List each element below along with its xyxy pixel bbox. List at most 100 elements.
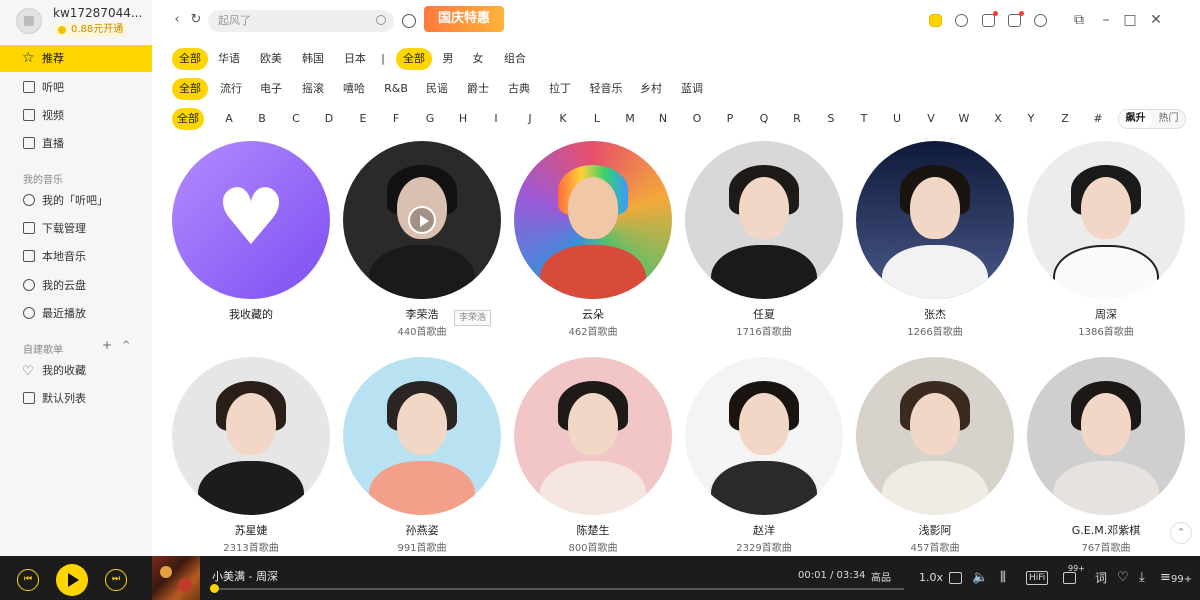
artist-photo[interactable] [172,357,330,515]
filter-letter[interactable]: E [356,108,370,130]
artist-photo[interactable] [685,357,843,515]
filter-letter[interactable]: B [255,108,269,130]
filter-genre-all[interactable]: 全部 [172,78,208,100]
artist-name[interactable]: 云朵 [514,306,672,322]
filter-letter[interactable]: F [389,108,403,130]
search-icon[interactable] [376,15,386,25]
filter-letter[interactable]: P [723,108,737,130]
artist-card[interactable]: G.E.M.邓紫棋 767首歌曲 [1027,357,1187,557]
filter-letter[interactable]: L [590,108,604,130]
song-recognition-icon[interactable] [402,14,416,28]
add-playlist-button[interactable]: + [102,338,112,352]
filter-genre-rnb[interactable]: R&B [380,78,412,100]
lyrics-button[interactable]: 词 [1095,569,1107,587]
filter-letter[interactable]: J [523,108,537,130]
artist-photo[interactable] [685,141,843,299]
artist-card[interactable]: 孙燕姿 991首歌曲 [343,357,503,557]
sidebar-item-favorites[interactable]: 我的收藏 [0,357,152,385]
sidebar-item-local[interactable]: 本地音乐 [0,243,152,270]
artist-name[interactable]: 任夏 [685,306,843,322]
filter-letter[interactable]: D [322,108,336,130]
artist-name[interactable]: 浅影阿 [856,522,1014,538]
play-icon[interactable] [408,206,436,234]
avatar[interactable] [16,8,42,34]
filter-letter[interactable]: O [690,108,704,130]
sidebar-item-live[interactable]: 直播 [0,130,152,157]
filter-letter[interactable]: V [924,108,938,130]
sidebar-item-recent[interactable]: 最近播放 [0,300,152,327]
filter-letter[interactable]: W [957,108,971,130]
settings-icon[interactable] [1034,14,1047,27]
close-button[interactable]: ✕ [1146,10,1166,30]
vip-badge[interactable]: 0.88元开通 [53,23,127,37]
artist-card-favorites[interactable]: ♥ 我收藏的 [172,141,332,341]
headphones-icon[interactable] [955,14,968,27]
filter-region-chinese[interactable]: 华语 [214,48,244,70]
artist-name[interactable]: 张杰 [856,306,1014,322]
sidebar-item-tingba[interactable]: 听吧 [0,74,152,101]
collapse-playlists-button[interactable]: ^ [122,340,130,351]
filter-letter-all[interactable]: 全部 [172,108,204,130]
progress-knob[interactable] [210,584,219,593]
artist-photo[interactable] [856,141,1014,299]
equalizer-button[interactable]: ⫼ [1000,569,1006,587]
like-button[interactable]: ♡ [1117,569,1129,587]
filter-genre-light[interactable]: 轻音乐 [586,78,626,100]
artist-photo[interactable] [1027,357,1185,515]
filter-genre-classical[interactable]: 古典 [504,78,534,100]
filter-gender-male[interactable]: 男 [438,48,458,70]
mail-icon[interactable] [982,11,998,27]
search-input[interactable]: 起风了 [208,10,394,32]
user-panel[interactable]: kw17287044... 0.88元开通 [0,0,152,42]
artist-name[interactable]: 陈楚生 [514,522,672,538]
hifi-button[interactable]: HiFi [1026,571,1049,585]
filter-letter[interactable]: # [1091,108,1105,130]
scroll-to-top-button[interactable]: ⌃ [1170,522,1192,544]
sidebar-item-cloud[interactable]: 我的云盘 [0,272,152,299]
filter-genre-blues[interactable]: 蓝调 [677,78,707,100]
favorites-cover[interactable]: ♥ [172,141,330,299]
refresh-button[interactable]: ↻ [189,12,203,28]
filter-genre-folk[interactable]: 民谣 [422,78,452,100]
next-button[interactable]: ⏭ [105,569,127,591]
filter-letter[interactable]: T [857,108,871,130]
artist-card[interactable]: 任夏 1716首歌曲 [685,141,845,341]
artist-card[interactable]: 苏星婕 2313首歌曲 [172,357,332,557]
desktop-lyrics-icon[interactable] [949,572,962,584]
artist-photo[interactable] [343,141,501,299]
artist-card[interactable]: 张杰 1266首歌曲 [856,141,1016,341]
artist-name[interactable]: 孙燕姿 [343,522,501,538]
artist-name[interactable]: G.E.M.邓紫棋 [1027,522,1185,538]
artist-photo[interactable] [856,357,1014,515]
filter-letter[interactable]: U [890,108,904,130]
minimize-button[interactable]: – [1096,10,1116,30]
filter-letter[interactable]: N [656,108,670,130]
speed-button[interactable]: 1.0x [919,569,943,587]
artist-photo[interactable] [514,141,672,299]
artist-name[interactable]: 赵洋 [685,522,843,538]
playlist-button[interactable]: ≡ [1160,569,1171,587]
play-button[interactable] [56,564,88,596]
now-playing-title[interactable]: 小美满 - 周深 [212,568,278,584]
vip-icon[interactable] [929,14,942,27]
filter-letter[interactable]: A [222,108,236,130]
filter-letter[interactable]: C [289,108,303,130]
artist-photo[interactable] [343,357,501,515]
previous-button[interactable]: ⏮ [17,569,39,591]
filter-genre-jazz[interactable]: 爵士 [463,78,493,100]
skin-icon[interactable] [1008,11,1024,27]
filter-letter[interactable]: I [489,108,503,130]
filter-region-korea[interactable]: 韩国 [298,48,328,70]
filter-letter[interactable]: S [824,108,838,130]
promo-banner[interactable]: 国庆特惠 [424,6,504,32]
filter-letter[interactable]: G [423,108,437,130]
filter-genre-country[interactable]: 乡村 [636,78,666,100]
filter-gender-all[interactable]: 全部 [396,48,432,70]
maximize-button[interactable]: □ [1120,10,1140,30]
filter-region-all[interactable]: 全部 [172,48,208,70]
sort-rising-button[interactable]: 飙升 [1119,110,1152,128]
sidebar-item-my-tingba[interactable]: 我的「听吧」 [0,187,152,214]
filter-letter[interactable]: X [991,108,1005,130]
sidebar-item-video[interactable]: 视频 [0,102,152,129]
progress-track[interactable] [214,588,904,590]
